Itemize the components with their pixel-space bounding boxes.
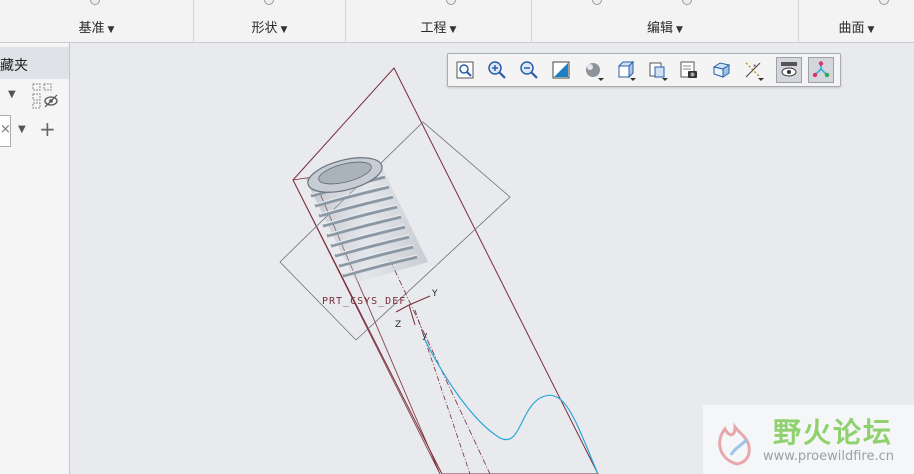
model-tree-panel: 藏夹 ▼ × ▼ +: [0, 43, 70, 474]
ribbon-group-surface-label[interactable]: 曲面 ▼: [799, 17, 914, 36]
ribbon-group-datum-label[interactable]: 基准 ▼: [0, 17, 193, 36]
favorites-tab[interactable]: 藏夹: [0, 47, 69, 79]
csys-axis-y-small-label: y: [422, 331, 428, 341]
ribbon-group-surface: 曲面 ▼: [799, 0, 914, 42]
ribbon-stub-icon: [592, 0, 602, 5]
zoom-out-button[interactable]: [516, 57, 542, 83]
screw-thread-model[interactable]: [304, 151, 428, 283]
csys-axis-y-label: Y: [431, 289, 438, 299]
spin-center-icon: [781, 62, 797, 77]
display-style-icon: [586, 63, 600, 77]
ribbon-stub-icon: [264, 0, 274, 5]
ribbon-group-engineering: 工程 ▼: [346, 0, 532, 42]
sketch-curve[interactable]: [423, 337, 599, 474]
refit-icon: [456, 61, 474, 79]
tree-filter-icon[interactable]: [32, 83, 60, 109]
ribbon-group-shape-label[interactable]: 形状 ▼: [194, 17, 345, 36]
repaint-button[interactable]: [548, 57, 574, 83]
refit-button[interactable]: [452, 57, 478, 83]
spin-center-button[interactable]: [776, 57, 802, 83]
view-manager-button[interactable]: [676, 57, 702, 83]
clear-search-icon[interactable]: ×: [0, 122, 11, 137]
perspective-view-icon: [712, 62, 731, 78]
view-manager-icon: [680, 61, 697, 78]
search-dropdown-icon[interactable]: ▼: [18, 124, 26, 135]
saved-orientations-button[interactable]: [612, 57, 638, 83]
saved-views-button[interactable]: [644, 57, 670, 83]
saved-views-icon: [649, 62, 665, 78]
datum-display-icon: *: [745, 62, 761, 78]
zoom-in-icon: [488, 61, 506, 79]
annotation-display-button[interactable]: [808, 57, 834, 83]
ribbon-stub-icon: [90, 0, 100, 5]
perspective-view-button[interactable]: [708, 57, 734, 83]
ribbon-stub-icon: [879, 0, 889, 5]
ribbon-group-shape: 形状 ▼: [194, 0, 346, 42]
saved-orientations-icon: [617, 60, 635, 79]
display-style-button[interactable]: [580, 57, 606, 83]
repaint-icon: [552, 61, 570, 79]
ribbon-group-edit-label[interactable]: 编辑 ▼: [532, 17, 798, 36]
forum-watermark: 野火论坛 www.proewildfire.cn: [703, 405, 914, 474]
watermark-title: 野火论坛: [773, 416, 894, 449]
svg-text:*: *: [753, 63, 757, 71]
ribbon-group-edit: 编辑 ▼: [532, 0, 799, 42]
ribbon-stub-icon: [446, 0, 456, 5]
csys-label: PRT_CSYS_DEF: [322, 296, 406, 307]
annotation-display-icon: [812, 61, 830, 78]
datum-display-button[interactable]: *: [740, 57, 766, 83]
ribbon: 基准 ▼ 形状 ▼ 工程 ▼ 编辑 ▼ 曲面 ▼: [0, 0, 914, 43]
zoom-out-icon: [520, 61, 538, 79]
settings-dropdown-icon[interactable]: ▼: [8, 89, 16, 100]
zoom-in-button[interactable]: [484, 57, 510, 83]
watermark-url: www.proewildfire.cn: [763, 449, 894, 464]
flame-logo-icon: [718, 422, 751, 466]
add-icon[interactable]: +: [39, 117, 56, 141]
ribbon-group-engineering-label[interactable]: 工程 ▼: [346, 17, 531, 36]
ribbon-stub-icon: [682, 0, 692, 5]
ribbon-group-datum: 基准 ▼: [0, 0, 194, 42]
csys-axis-z-label: Z: [395, 320, 401, 330]
graphics-toolbar: *: [447, 53, 841, 87]
